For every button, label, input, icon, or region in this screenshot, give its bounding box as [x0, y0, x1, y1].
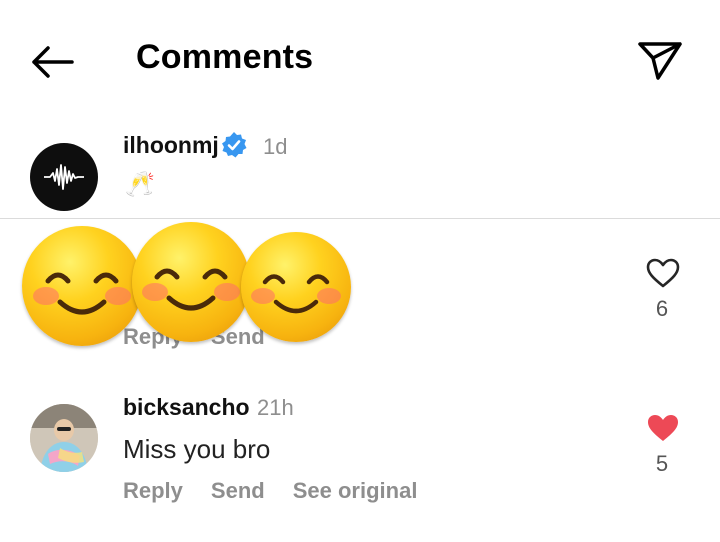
comment-2-actions: Reply Send See original [123, 478, 445, 504]
paper-plane-icon [638, 42, 682, 80]
comment-1-like-count: 6 [655, 296, 669, 321]
caption-username[interactable]: ilhoonmj [123, 132, 219, 159]
comment-2-reply-button[interactable]: Reply [123, 478, 183, 503]
comment-2-like-button[interactable] [645, 412, 681, 444]
back-button[interactable] [26, 40, 78, 84]
caption-text: 🥂 [125, 171, 155, 198]
smiling-face-emoji [241, 232, 351, 342]
comment-2-like-count: 5 [655, 451, 669, 476]
comment-1-like-button[interactable] [645, 257, 681, 289]
comment-2-username[interactable]: bicksancho [123, 394, 250, 421]
caption-timestamp: 1d [263, 134, 288, 159]
heart-outline-icon [646, 258, 680, 288]
comment-2-see-original-button[interactable]: See original [293, 478, 418, 503]
caption-avatar[interactable] [30, 143, 98, 211]
smiling-face-emoji [132, 222, 250, 342]
heart-filled-icon [648, 415, 678, 441]
comment-2-text: Miss you bro [123, 434, 271, 464]
caption-divider [0, 218, 720, 219]
page-title: Comments [136, 38, 314, 76]
verified-badge-icon [220, 131, 248, 159]
sound-wave-logo [44, 164, 84, 190]
user-photo-avatar [30, 404, 98, 472]
comment-2-timestamp: 21h [257, 395, 294, 420]
smiling-face-emoji [22, 226, 142, 346]
share-button[interactable] [634, 36, 686, 84]
comment-2-avatar[interactable] [30, 404, 98, 472]
arrow-left-icon [32, 46, 74, 78]
comment-2-send-button[interactable]: Send [211, 478, 265, 503]
